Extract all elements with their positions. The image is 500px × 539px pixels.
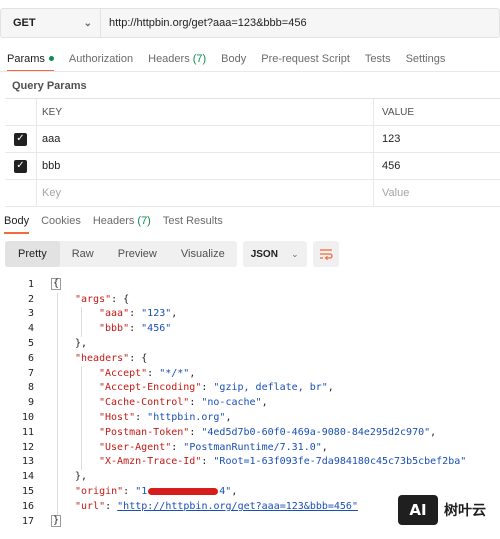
chevron-down-icon: ⌄ (291, 248, 299, 259)
tabs-divider (0, 71, 500, 72)
response-headers-count: (7) (137, 215, 151, 227)
response-tabs: Body Cookies Headers (7) Test Results (0, 208, 500, 234)
request-bar: GET ⌄ http://httpbin.org/get?aaa=123&bbb… (0, 8, 500, 38)
code-line: 12 "User-Agent": "PostmanRuntime/7.31.0", (21, 441, 328, 453)
watermark-text: 树叶云 (444, 503, 486, 519)
param-value-cell[interactable]: 123 (374, 126, 500, 152)
code-line: 2 "args": { (27, 293, 130, 305)
response-body-code[interactable]: 1{ 2 "args": { 3 "aaa": "123", 4 "bbb": "45… (0, 277, 500, 529)
params-active-dot (48, 55, 54, 61)
wrap-lines-button[interactable] (312, 241, 339, 267)
response-toolbar: Pretty Raw Preview Visualize JSON ⌄ (5, 241, 339, 267)
view-raw-button[interactable]: Raw (60, 241, 106, 267)
code-line: 11 "Postman-Token": "4ed5d7b0-60f0-469a-9… (21, 426, 437, 438)
new-key-input[interactable]: Key (37, 180, 374, 206)
matched-brace: { (51, 278, 62, 291)
tab-cookies[interactable]: Cookies (41, 208, 81, 234)
table-row-new: Key Value (5, 180, 500, 207)
tab-test-results[interactable]: Test Results (163, 208, 223, 234)
code-line: 5}, (27, 338, 88, 350)
table-row: ✓ bbb 456 (5, 153, 500, 180)
watermark: AI 树叶云 (398, 493, 500, 527)
redaction-mark (148, 487, 219, 495)
code-line: 13 "X-Amzn-Trace-Id": "Root=1-63f093fe-7d… (21, 456, 467, 468)
tab-settings[interactable]: Settings (406, 46, 446, 72)
tab-response-body[interactable]: Body (4, 208, 30, 234)
chevron-down-icon: ⌄ (83, 17, 92, 29)
code-line: 6 "headers": { (27, 352, 148, 364)
view-pretty-button[interactable]: Pretty (5, 241, 60, 267)
tab-body[interactable]: Body (221, 46, 246, 72)
watermark-logo: AI (398, 495, 438, 525)
view-mode-segmented: Pretty Raw Preview Visualize (5, 241, 237, 267)
format-select[interactable]: JSON ⌄ (242, 241, 307, 267)
table-header-row: KEY VALUE (5, 99, 500, 126)
matched-brace: } (51, 515, 62, 528)
column-header-value: VALUE (382, 106, 415, 118)
table-row: ✓ aaa 123 (5, 126, 500, 153)
url-input[interactable]: http://httpbin.org/get?aaa=123&bbb=456 (101, 9, 499, 37)
format-label: JSON (250, 248, 278, 260)
tab-pre-request-script[interactable]: Pre-request Script (261, 46, 350, 72)
code-line: 3 "aaa": "123", (27, 308, 178, 320)
code-line: 10 "Host": "httpbin.org", (21, 412, 232, 424)
tab-response-headers[interactable]: Headers (7) (93, 208, 151, 234)
code-line: 9 "Cache-Control": "no-cache", (27, 397, 268, 409)
code-line: 1{ (27, 278, 62, 291)
query-params-title: Query Params (12, 80, 87, 92)
tab-headers[interactable]: Headers (7) (148, 46, 206, 72)
code-line: 4 "bbb": "456" (27, 323, 172, 335)
code-line: 8 "Accept-Encoding": "gzip, deflate, br", (27, 382, 334, 394)
param-key-cell[interactable]: bbb (37, 153, 374, 179)
new-value-input[interactable]: Value (374, 180, 500, 206)
view-preview-button[interactable]: Preview (106, 241, 169, 267)
request-tabs: Params Authorization Headers (7) Body Pre… (0, 46, 500, 72)
column-header-key: KEY (37, 99, 374, 125)
method-label: GET (13, 17, 36, 29)
tab-params[interactable]: Params (7, 46, 54, 72)
method-select[interactable]: GET ⌄ (1, 9, 101, 37)
param-key-cell[interactable]: aaa (37, 126, 374, 152)
headers-count: (7) (192, 53, 207, 65)
code-line: 14}, (21, 471, 88, 483)
param-checkbox[interactable]: ✓ (14, 132, 27, 146)
url-link[interactable]: "http://httpbin.org/get?aaa=123&bbb=456" (117, 501, 358, 512)
tab-tests[interactable]: Tests (365, 46, 391, 72)
tab-authorization[interactable]: Authorization (69, 46, 133, 72)
query-params-table: KEY VALUE ✓ aaa 123 ✓ bbb 456 Key Value (5, 98, 500, 207)
wrap-lines-icon (319, 249, 333, 260)
code-line: 7 "Accept": "*/*", (27, 367, 196, 379)
view-visualize-button[interactable]: Visualize (169, 241, 237, 267)
param-value-cell[interactable]: 456 (374, 153, 500, 179)
param-checkbox[interactable]: ✓ (14, 159, 27, 173)
